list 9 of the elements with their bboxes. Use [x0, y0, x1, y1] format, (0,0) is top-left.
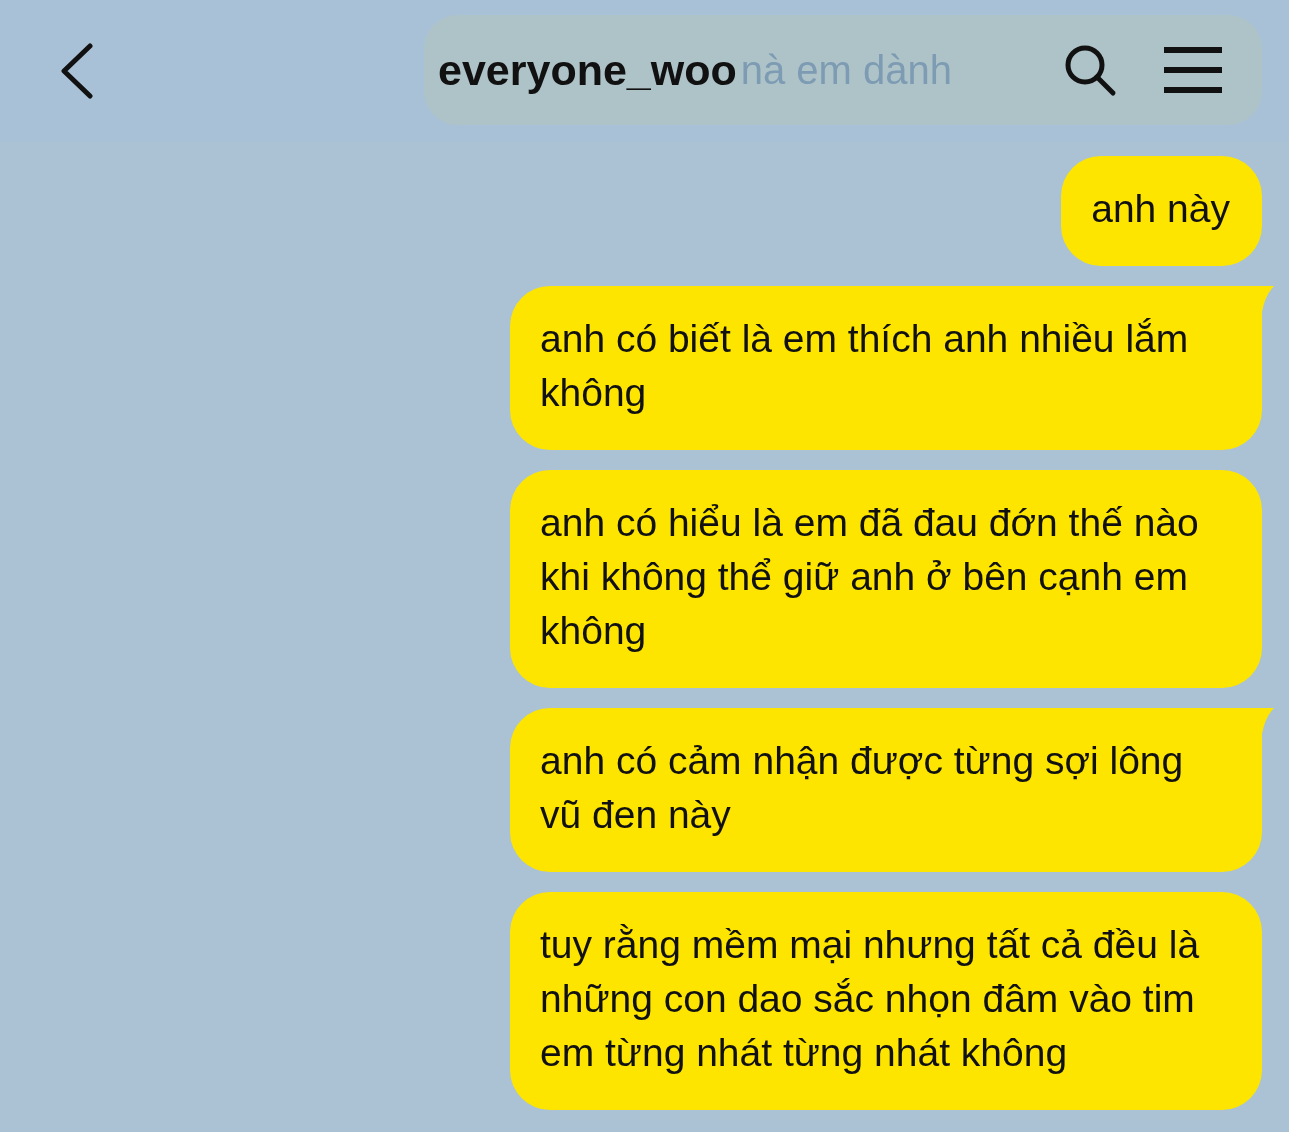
message-text: anh có biết là em thích anh nhiều lắm không: [540, 317, 1189, 414]
back-button[interactable]: [58, 43, 94, 99]
message-text: tuy rằng mềm mại nhưng tất cả đều là những con dao sắc nhọn đâm vào tim em từng nhát từng nhát không: [540, 923, 1200, 1074]
search-icon[interactable]: [1063, 43, 1117, 97]
message-text: anh có hiểu là em đã đau đớn thế nào khi không thể giữ anh ở bên cạnh em không: [540, 501, 1199, 652]
message-text: anh này: [1091, 187, 1230, 230]
message-text: anh có cảm nhận được từng sợi lông vũ đen này: [540, 739, 1184, 836]
chat-title: everyone_woo: [438, 45, 737, 95]
menu-icon[interactable]: [1162, 46, 1224, 94]
